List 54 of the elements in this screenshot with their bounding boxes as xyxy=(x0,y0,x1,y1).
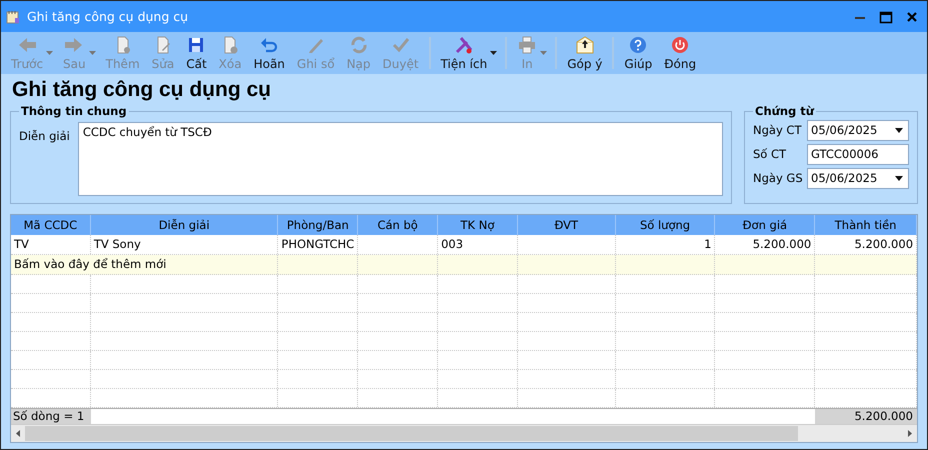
arrow-right-icon xyxy=(64,35,84,55)
dropdown-caret-icon[interactable] xyxy=(895,176,903,180)
envelope-icon xyxy=(574,35,595,55)
field-label: Số CT xyxy=(753,147,788,161)
field-label: Ngày GS xyxy=(753,171,804,185)
column-header[interactable]: Cán bộ xyxy=(358,215,438,235)
date-field[interactable]: 05/06/2025 xyxy=(807,120,909,140)
column-header[interactable]: Diễn giải xyxy=(90,215,278,235)
close-button[interactable]: Đóng xyxy=(658,33,702,73)
save-button[interactable]: Cất xyxy=(180,33,213,73)
maximize-icon[interactable] xyxy=(879,10,893,24)
scrollbar-thumb[interactable] xyxy=(25,426,798,441)
undo-button[interactable]: Hoãn xyxy=(248,33,291,73)
table-cell: 003 xyxy=(441,237,464,251)
column-header[interactable]: ĐVT xyxy=(518,215,616,235)
field-label: Ngày CT xyxy=(753,123,802,137)
table-cell: TV Sony xyxy=(94,237,141,251)
notepad-icon xyxy=(6,10,20,24)
power-icon xyxy=(670,35,690,55)
refresh-icon xyxy=(348,35,369,55)
close-icon[interactable] xyxy=(905,10,919,24)
total-amount: 5.200.000 xyxy=(854,409,913,423)
group-title: Thông tin chung xyxy=(20,104,128,118)
date-field[interactable]: 05/06/2025 xyxy=(807,168,909,188)
text-field[interactable]: GTCC00006 xyxy=(807,144,909,164)
arrow-left-icon xyxy=(17,35,38,55)
feedback-button[interactable]: Góp ý xyxy=(561,33,608,73)
printer-icon xyxy=(517,35,538,55)
help-icon xyxy=(628,35,648,55)
column-header[interactable]: Đơn giá xyxy=(715,215,816,235)
table-cell: 5.200.000 xyxy=(854,237,914,251)
help-button[interactable]: Giúp xyxy=(618,33,658,73)
checkmark-icon xyxy=(390,35,411,55)
column-header[interactable]: Phòng/Ban xyxy=(278,215,358,235)
dropdown-caret-icon[interactable] xyxy=(895,128,903,132)
column-header[interactable]: Thành tiền xyxy=(815,215,918,235)
group-title: Chứng từ xyxy=(754,104,816,118)
column-header[interactable]: Số lượng xyxy=(616,215,716,235)
dropdown-caret-icon[interactable] xyxy=(490,51,498,55)
page-heading: Ghi tăng công cụ dụng cụ xyxy=(11,77,272,103)
field-label: Diễn giải xyxy=(19,128,70,145)
row-count: Số dòng = 1 xyxy=(13,409,84,423)
window-title: Ghi tăng công cụ dụng cụ xyxy=(27,9,188,24)
horizontal-scrollbar[interactable] xyxy=(11,424,917,442)
table-cell: TV xyxy=(14,237,29,251)
tools-button[interactable]: Tiện ích xyxy=(434,33,494,73)
add-new-row-link[interactable]: Bấm vào đây để thêm mới xyxy=(14,257,166,271)
column-header[interactable]: Mã CCDC xyxy=(11,215,91,235)
column-header[interactable]: TK Nợ xyxy=(438,215,518,235)
table-cell: 1 xyxy=(704,237,712,251)
table-cell: PHONGTCHC xyxy=(281,237,354,251)
description-field[interactable]: CCDC chuyển từ TSCĐ xyxy=(78,122,723,196)
table-cell: 5.200.000 xyxy=(752,237,812,251)
tools-icon xyxy=(454,35,474,55)
